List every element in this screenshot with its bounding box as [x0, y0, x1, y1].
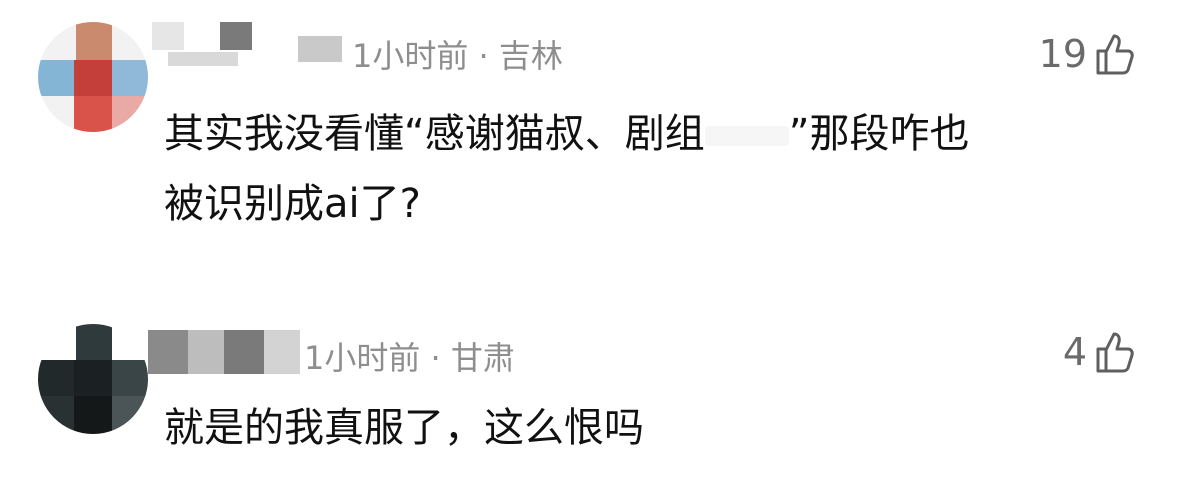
like-count: 4 — [1062, 330, 1087, 374]
thumbs-up-icon[interactable] — [1095, 32, 1135, 76]
comment-meta: 1小时前 · 甘肃 — [304, 339, 515, 377]
like-control[interactable]: 4 — [1063, 328, 1135, 376]
redacted-text — [704, 126, 789, 146]
comment-text-line: 被识别成ai了? — [164, 181, 421, 227]
comment-item: 4 就是的我真服了，这么恨吗 — [0, 290, 1179, 483]
user-avatar[interactable] — [38, 22, 148, 132]
comment-text-line: 其实我没看懂“感谢猫叔、剧组 ”那段咋也 — [164, 102, 969, 166]
mosaic-username — [148, 330, 300, 374]
mosaic-username — [152, 22, 342, 66]
like-count: 19 — [1038, 32, 1087, 76]
comment-meta: 1小时前 · 吉林 — [352, 37, 563, 75]
username-obscured[interactable] — [148, 22, 348, 66]
pixelated-avatar-image — [38, 22, 148, 132]
thumbs-up-icon[interactable] — [1095, 330, 1135, 374]
username-obscured[interactable] — [148, 330, 300, 374]
like-control[interactable]: 19 — [1039, 30, 1135, 78]
comment-text-part: ”那段咋也 — [788, 111, 970, 157]
comment-item: 1小时前 · 吉林 19 其实我没看懂“感谢猫叔、剧组 ”那段咋也 被识别成ai了… — [0, 0, 1179, 290]
comment-text-part: 其实我没看懂“感谢猫叔、剧组 — [164, 111, 705, 157]
pixelated-avatar-image — [38, 324, 148, 434]
user-avatar[interactable] — [38, 324, 148, 434]
comment-text: 就是的我真服了，这么恨吗 — [164, 405, 644, 451]
